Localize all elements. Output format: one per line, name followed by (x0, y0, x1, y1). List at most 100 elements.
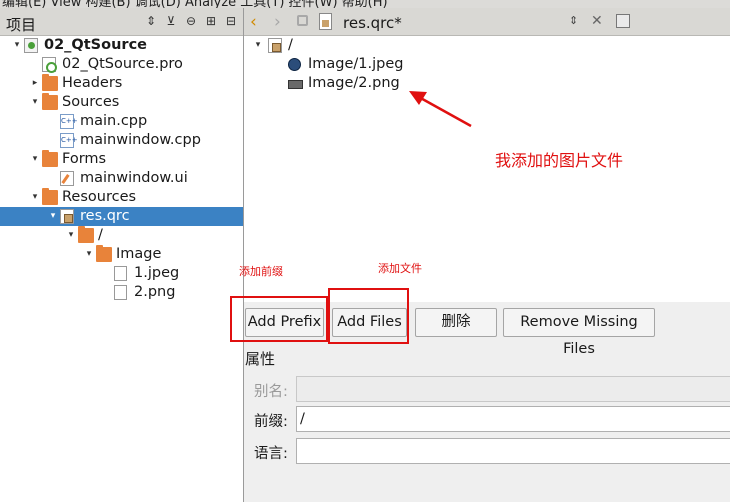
project-tree-label: res.qrc (80, 208, 130, 224)
forward-arrow-icon[interactable]: › (274, 12, 281, 32)
resource-tree-item[interactable]: Image/1.jpeg (244, 55, 730, 74)
folder-icon (42, 150, 58, 167)
expand-arrow-icon[interactable]: ▾ (65, 226, 77, 245)
resource-tree-label: / (288, 37, 293, 53)
delete-button[interactable]: 删除 (415, 308, 497, 337)
project-tree-item[interactable]: ▾ 02_QtSource (0, 36, 243, 55)
jpeg-file-icon (288, 58, 301, 71)
expand-arrow-icon[interactable]: ▾ (83, 245, 95, 264)
properties-title: 属性 (245, 350, 276, 368)
resource-tree[interactable]: ▾ / Image/1.jpeg Image/2.png (244, 36, 730, 302)
project-tree-item[interactable]: ▾ Image (0, 245, 243, 264)
language-field[interactable] (296, 438, 730, 464)
prefix-row: 前缀: / (244, 406, 730, 432)
filter-icon[interactable]: ⊻ (163, 13, 179, 29)
add-files-highlight (328, 288, 409, 344)
cpp-icon: C++ (60, 114, 78, 129)
alias-label: 别名: (254, 384, 288, 400)
alias-field (296, 376, 730, 402)
collapse-arrow-icon[interactable]: ▸ (29, 74, 41, 93)
close-document-icon[interactable]: ✕ (591, 13, 603, 29)
project-tree-item[interactable]: ▾ Sources (0, 93, 243, 112)
project-tree-item[interactable]: mainwindow.ui (0, 169, 243, 188)
add-prefix-highlight (230, 296, 328, 342)
expand-arrow-icon[interactable]: ▾ (252, 36, 264, 55)
project-tree-item[interactable]: ▾ Forms (0, 150, 243, 169)
folder-icon (42, 188, 58, 205)
file-icon (114, 285, 127, 300)
expand-arrow-icon[interactable]: ▾ (11, 36, 23, 55)
back-arrow-icon[interactable]: ‹ (250, 12, 257, 32)
alias-row: 别名: (244, 376, 730, 402)
remove-missing-files-button[interactable]: Remove Missing Files (503, 308, 655, 357)
project-panel-title: 项目 (6, 16, 37, 34)
document-title[interactable]: res.qrc* (343, 14, 402, 32)
project-tree-label: Headers (62, 75, 123, 91)
menu-bar: 编辑(E) View 构建(B) 调试(D) Analyze 工具(T) 控件(… (0, 0, 730, 8)
add-prefix-annotation: 添加前缀 (239, 265, 283, 278)
project-panel: 项目 ⇕ ⊻ ⊖ ⊞ ⊟ ▾ 02_QtSource 02_QtSource.pro… (0, 8, 243, 502)
project-tree-label: mainwindow.cpp (80, 132, 201, 148)
editor-toolbar: ‹ › res.qrc* ⇕ ✕ (244, 8, 730, 36)
project-tree-item[interactable]: ▾ res.qrc (0, 207, 243, 226)
ui-icon (60, 171, 74, 186)
annotation-arrow (409, 91, 472, 128)
project-tree-label: Sources (62, 94, 120, 110)
added-images-annotation: 我添加的图片文件 (495, 151, 624, 170)
project-tree-label: 2.png (134, 284, 176, 300)
project-tree-item[interactable]: ▾ / (0, 226, 243, 245)
prefix-field[interactable]: / (296, 406, 730, 432)
project-tree-label: / (98, 227, 103, 243)
project-tree-label: mainwindow.ui (80, 170, 188, 186)
resource-tree-label: Image/2.png (308, 75, 400, 91)
language-row: 语言: (244, 438, 730, 464)
project-tree-label: 1.jpeg (134, 265, 180, 281)
expand-arrow-icon[interactable]: ▾ (29, 93, 41, 112)
project-panel-toolbar: ⇕ ⊻ ⊖ ⊞ ⊟ (143, 13, 239, 29)
qrc-file-icon (319, 13, 332, 30)
qrc-icon (268, 38, 282, 53)
folder-icon (42, 74, 58, 91)
file-icon (114, 266, 127, 281)
folder-icon (42, 93, 58, 110)
cpp-icon: C++ (60, 133, 78, 148)
prefix-label: 前缀: (254, 414, 288, 430)
menu-bar-text: 编辑(E) View 构建(B) 调试(D) Analyze 工具(T) 控件(… (2, 0, 388, 8)
proj-icon (24, 38, 38, 53)
project-tree-item[interactable]: C++ main.cpp (0, 112, 243, 131)
project-tree-label: Image (116, 246, 162, 262)
png-file-icon (288, 80, 303, 89)
folder-icon (96, 245, 112, 262)
document-dropdown-icon[interactable]: ⇕ (569, 14, 578, 27)
resource-editor: ‹ › res.qrc* ⇕ ✕ ▾ / Image/1.jpeg Image/2.p… (244, 8, 730, 502)
split-view-icon[interactable] (616, 14, 630, 28)
project-tree-item[interactable]: C++ mainwindow.cpp (0, 131, 243, 150)
project-tree-item[interactable]: ▸ Headers (0, 74, 243, 93)
project-tree-item[interactable]: 2.png (0, 283, 243, 302)
project-tree[interactable]: ▾ 02_QtSource 02_QtSource.pro ▸ Headers ▾ Sour… (0, 36, 243, 302)
close-pane-icon[interactable]: ⊟ (223, 13, 239, 29)
add-files-annotation: 添加文件 (378, 262, 422, 275)
resource-tree-item[interactable]: ▾ / (244, 36, 730, 55)
language-label: 语言: (254, 446, 288, 462)
resource-tree-label: Image/1.jpeg (308, 56, 404, 72)
project-tree-label: 02_QtSource.pro (62, 56, 183, 72)
split-add-icon[interactable]: ⊞ (203, 13, 219, 29)
project-panel-header: 项目 ⇕ ⊻ ⊖ ⊞ ⊟ (0, 8, 243, 36)
sort-icon[interactable]: ⇕ (143, 13, 159, 29)
resource-tree-item[interactable]: Image/2.png (244, 74, 730, 93)
pro-icon (42, 57, 57, 73)
expand-arrow-icon[interactable]: ▾ (29, 150, 41, 169)
project-tree-item[interactable]: ▾ Resources (0, 188, 243, 207)
folder-icon (78, 226, 94, 243)
qrc-icon (60, 209, 74, 224)
expand-arrow-icon[interactable]: ▾ (29, 188, 41, 207)
project-tree-label: 02_QtSource (44, 37, 147, 53)
expand-arrow-icon[interactable]: ▾ (47, 207, 59, 226)
project-tree-label: Resources (62, 189, 137, 205)
project-tree-item[interactable]: 1.jpeg (0, 264, 243, 283)
project-tree-item[interactable]: 02_QtSource.pro (0, 55, 243, 74)
lock-icon[interactable] (297, 15, 308, 26)
link-icon[interactable]: ⊖ (183, 13, 199, 29)
project-tree-label: main.cpp (80, 113, 148, 129)
